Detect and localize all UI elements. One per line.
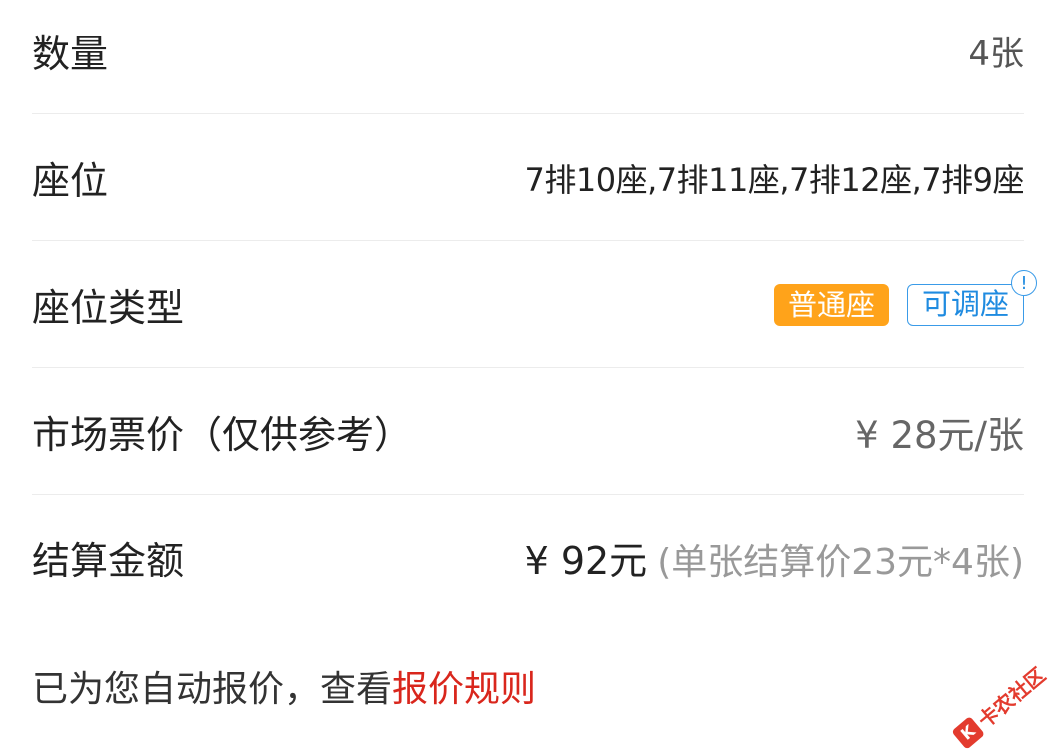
market-price-value: ¥ 28元/张: [855, 413, 1024, 457]
seat-type-tags: 普通座 可调座 !: [773, 269, 1037, 326]
settlement-value: ¥ 92元 (单张结算价23元*4张): [525, 530, 1024, 585]
quantity-value: 4张: [968, 34, 1024, 74]
seats-value: 7排10座,7排11座,7排12座,7排9座: [524, 160, 1025, 199]
settlement-label: 结算金额: [32, 538, 185, 583]
quantity-label: 数量: [32, 32, 109, 76]
settlement-row: 结算金额 ¥ 92元 (单张结算价23元*4张): [32, 495, 1024, 619]
watermark-text: 卡农社区: [973, 662, 1051, 733]
normal-seat-tag: 普通座: [773, 283, 889, 326]
quote-rules-link[interactable]: 报价规则: [392, 669, 536, 710]
adjustable-seat-tag[interactable]: 可调座 !: [906, 269, 1037, 326]
info-icon[interactable]: !: [1011, 269, 1037, 296]
auto-quote-text: 已为您自动报价，查看: [32, 669, 393, 710]
auto-quote-notice: 已为您自动报价，查看报价规则: [32, 660, 536, 712]
adjustable-seat-label: 可调座: [921, 286, 1009, 321]
seat-type-label: 座位类型: [32, 286, 185, 330]
market-price-row: 市场票价（仅供参考） ¥ 28元/张: [32, 369, 1024, 495]
seat-type-row: 座位类型 普通座 可调座 !: [32, 242, 1037, 368]
market-price-label: 市场票价（仅供参考）: [32, 413, 413, 457]
quantity-row: 数量 4张: [32, 0, 1024, 114]
settlement-detail: (单张结算价23元*4张): [657, 541, 1024, 583]
settlement-amount: ¥ 92元: [524, 538, 648, 583]
watermark: K 卡农社区: [949, 660, 1050, 751]
seats-row: 座位 7排10座,7排11座,7排12座,7排9座: [32, 115, 1025, 241]
seats-label: 座位: [32, 159, 109, 203]
